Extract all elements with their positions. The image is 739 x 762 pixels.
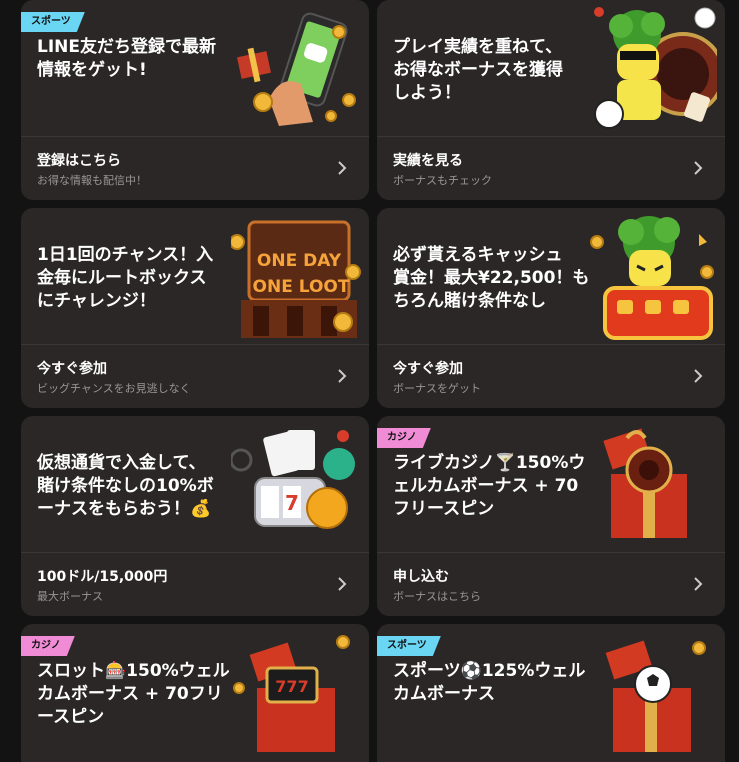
gift-slot-illustration: 777 — [233, 635, 350, 752]
cta-sublabel: ボーナスをゲット — [393, 382, 481, 395]
promo-title: 1日1回のチャンス！入 金毎にルートボックス にチャレンジ！ — [37, 245, 214, 311]
cta-sublabel: お得な情報も配信中！ — [37, 174, 147, 187]
gift-roulette-illustration — [603, 428, 687, 538]
promo-card-top[interactable]: 仮想通貨で入金して、 賭け条件なしの10%ボ ーナスをもらおう！💰 7 — [21, 416, 369, 552]
sports-tag: スポーツ — [377, 636, 441, 656]
promo-card-top[interactable]: 1日1回のチャンス！入 金毎にルートボックス にチャレンジ！ ONE DAY O… — [21, 208, 369, 344]
promo-card-live-casino[interactable]: カジノ ライブカジノ🍸150%ウ ェルカムボーナス + 70 フリースピン 申し… — [377, 416, 725, 616]
cta-sublabel: ボーナスはこちら — [393, 590, 481, 603]
chevron-right-icon — [694, 577, 703, 591]
cta-label: 今すぐ参加 — [393, 361, 463, 377]
casino-tag: カジノ — [377, 428, 431, 448]
cta-label: 実績を見る — [393, 153, 463, 169]
promo-card-top[interactable]: カジノ ライブカジノ🍸150%ウ ェルカムボーナス + 70 フリースピン — [377, 416, 725, 552]
promo-card-crypto[interactable]: 仮想通貨で入金して、 賭け条件なしの10%ボ ーナスをもらおう！💰 7 100ド… — [21, 416, 369, 616]
sports-tag: スポーツ — [21, 12, 85, 32]
chevron-right-icon — [338, 369, 347, 383]
promo-card-cash-prize[interactable]: 必ず貰えるキャッシュ 賞金！最大¥22,500！も ちろん賭け条件なし 今すぐ参… — [377, 208, 725, 408]
chevron-right-icon — [694, 369, 703, 383]
cta-label: 登録はこちら — [37, 153, 121, 169]
promotions-grid: スポーツ LINE友だち登録で最新 情報をゲット! 登録はこちら お得な情報も配… — [0, 0, 739, 762]
promo-card-top[interactable]: カジノ スロット🎰150%ウェル カムボーナス + 70フリ ースピン 777 — [21, 624, 369, 760]
cta-link[interactable]: 100ドル/15,000円 最大ボーナス — [21, 553, 369, 616]
one-day-text: ONE DAY — [257, 251, 342, 271]
one-loot-text: ONE LOOT — [253, 277, 350, 297]
cta-link[interactable]: 今すぐ参加 ボーナスをゲット — [377, 345, 725, 408]
mascot-roulette-illustration — [594, 7, 717, 129]
cta-link[interactable]: 申し込む ボーナスはこちら — [377, 553, 725, 616]
cta-label: 100ドル/15,000円 — [37, 569, 168, 585]
promo-title: スポーツ⚽125%ウェル カムボーナス — [393, 661, 586, 704]
promo-card-achievements[interactable]: プレイ実績を重ねて、 お得なボーナスを獲得 しよう！ 実績を見る ボーナスもチェ… — [377, 0, 725, 200]
cta-sublabel: ビッグチャンスをお見逃しなく — [37, 382, 191, 395]
gift-football-illustration — [605, 640, 706, 752]
casino-tag: カジノ — [21, 636, 75, 656]
cta-sublabel: ボーナスもチェック — [393, 174, 492, 187]
promo-card-one-day-loot[interactable]: 1日1回のチャンス！入 金毎にルートボックス にチャレンジ！ ONE DAY O… — [21, 208, 369, 408]
chevron-right-icon — [694, 161, 703, 175]
promo-card-top[interactable]: スポーツ スポーツ⚽125%ウェル カムボーナス — [377, 624, 725, 760]
promo-card-top[interactable]: 必ず貰えるキャッシュ 賞金！最大¥22,500！も ちろん賭け条件なし — [377, 208, 725, 344]
phone-coins-illustration — [237, 12, 356, 126]
promo-title: スロット🎰150%ウェル カムボーナス + 70フリ ースピン — [37, 661, 230, 727]
promo-title: 必ず貰えるキャッシュ 賞金！最大¥22,500！も ちろん賭け条件なし — [393, 245, 590, 311]
loot-box-illustration: ONE DAY ONE LOOT — [231, 220, 361, 338]
promo-title: 仮想通貨で入金して、 賭け条件なしの10%ボ ーナスをもらおう！💰 — [37, 453, 214, 519]
promo-title: プレイ実績を重ねて、 お得なボーナスを獲得 しよう！ — [393, 37, 563, 103]
cta-link[interactable]: 実績を見る ボーナスもチェック — [377, 137, 725, 200]
promo-card-sports-welcome[interactable]: スポーツ スポーツ⚽125%ウェル カムボーナス — [377, 624, 725, 762]
crypto-slots-illustration: 7 — [231, 430, 355, 529]
svg-text:777: 777 — [275, 677, 308, 696]
chevron-right-icon — [338, 577, 347, 591]
cta-link[interactable]: 登録はこちら お得な情報も配信中！ — [21, 137, 369, 200]
cta-link[interactable]: 今すぐ参加 ビッグチャンスをお見逃しなく — [21, 345, 369, 408]
promo-title: ライブカジノ🍸150%ウ ェルカムボーナス + 70 フリースピン — [393, 453, 586, 519]
svg-text:7: 7 — [285, 491, 299, 515]
promo-card-slots[interactable]: カジノ スロット🎰150%ウェル カムボーナス + 70フリ ースピン 777 — [21, 624, 369, 762]
promo-title: LINE友だち登録で最新 情報をゲット! — [37, 37, 216, 80]
mascot-cash-illustration — [590, 216, 714, 340]
cta-label: 今すぐ参加 — [37, 361, 107, 377]
promo-card-top[interactable]: プレイ実績を重ねて、 お得なボーナスを獲得 しよう！ — [377, 0, 725, 136]
promo-card-line[interactable]: スポーツ LINE友だち登録で最新 情報をゲット! 登録はこちら お得な情報も配… — [21, 0, 369, 200]
cta-label: 申し込む — [393, 569, 449, 585]
cta-sublabel: 最大ボーナス — [37, 590, 103, 603]
chevron-right-icon — [338, 161, 347, 175]
promo-card-top[interactable]: スポーツ LINE友だち登録で最新 情報をゲット! — [21, 0, 369, 136]
